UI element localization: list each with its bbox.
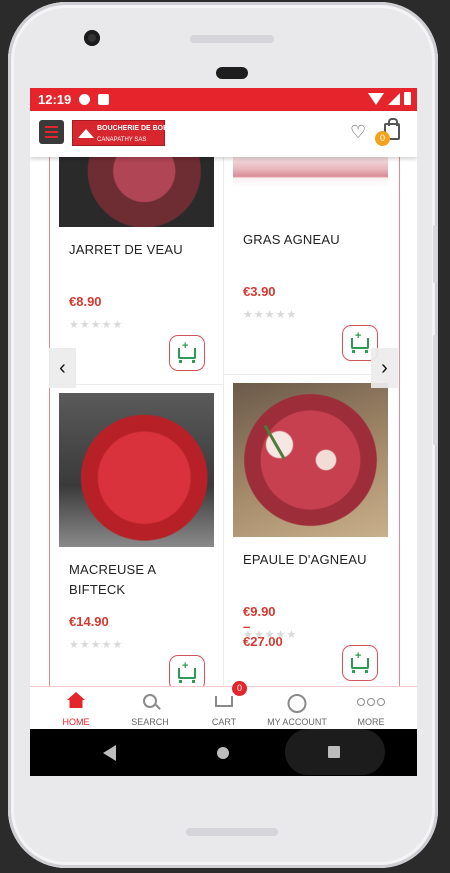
top-speaker (190, 35, 274, 43)
rating-stars: ★★★★★ (243, 309, 298, 321)
nav-home-label: HOME (62, 717, 90, 727)
volume-button (433, 225, 437, 283)
cart-icon (215, 696, 233, 707)
slider-next-button[interactable]: › (371, 348, 398, 388)
recents-square-icon[interactable] (328, 746, 340, 758)
nav-my-account[interactable]: MY ACCOUNT (262, 687, 332, 730)
add-cart-icon (178, 660, 196, 683)
product-image[interactable] (233, 383, 388, 537)
product-name[interactable]: EPAULE D'AGNEAU (243, 550, 383, 570)
add-to-cart-button[interactable] (342, 645, 378, 681)
nav-more[interactable]: MORE (341, 687, 401, 730)
add-cart-icon (178, 340, 196, 363)
nav-search[interactable]: SEARCH (120, 687, 180, 730)
bottom-navigation: HOME SEARCH CART 0 MY ACCOUNT MORE (30, 681, 417, 730)
product-name[interactable]: MACREUSE A BIFTECK (69, 560, 189, 600)
add-cart-icon (351, 650, 369, 673)
nav-more-label: MORE (357, 717, 385, 727)
product-image[interactable] (233, 157, 388, 187)
cart-count-badge: 0 (232, 681, 247, 696)
nav-home[interactable]: HOME (46, 687, 106, 730)
power-button (433, 335, 437, 445)
nav-account-label: MY ACCOUNT (267, 717, 327, 727)
add-cart-icon (351, 330, 369, 353)
logo-title: BOUCHERIE DE BOBIGNY (97, 125, 186, 132)
sim-icon (98, 94, 110, 105)
rating-stars: ★★★★★ (69, 319, 124, 331)
rating-stars: ★★★★★ (243, 629, 298, 641)
battery-icon (404, 92, 411, 105)
slider-prev-button[interactable]: ‹ (49, 348, 76, 388)
signal-icon (388, 92, 400, 105)
app-header: BOUCHERIE DE BOBIGNY CANAPATHY SAS ♡ 0 (30, 111, 417, 157)
product-price: €8.90 (69, 294, 102, 309)
bag-count-badge: 0 (375, 131, 390, 146)
home-icon (67, 692, 85, 700)
product-image[interactable] (59, 393, 214, 547)
wishlist-heart-icon[interactable]: ♡ (350, 122, 366, 143)
front-camera (84, 30, 100, 46)
nav-cart-label: CART (211, 717, 237, 727)
earpiece (216, 67, 248, 79)
search-icon (143, 694, 157, 708)
product-name[interactable]: GRAS AGNEAU (243, 230, 383, 250)
notification-icon (79, 94, 91, 105)
app-screen: 12:19 BOUCHERIE DE BOBIGNY CANAPATHY SAS… (30, 88, 417, 776)
product-price: €3.90 (243, 284, 276, 299)
house-icon (78, 128, 94, 138)
nav-search-label: SEARCH (131, 717, 169, 727)
rating-stars: ★★★★★ (69, 639, 124, 651)
product-grid: JARRET DE VEAU €8.90 ★★★★★ GRAS AGNEAU €… (30, 157, 417, 720)
status-time: 12:19 (38, 92, 72, 107)
account-icon (287, 694, 307, 713)
system-navigation-bar (30, 729, 417, 776)
home-circle-icon[interactable] (217, 747, 229, 759)
chevron-right-icon: › (381, 356, 388, 379)
more-dots-icon (357, 698, 385, 706)
product-image[interactable] (59, 157, 214, 227)
logo-subtitle: CANAPATHY SAS (97, 137, 147, 143)
product-name[interactable]: JARRET DE VEAU (69, 240, 209, 260)
rosemary-garnish (263, 424, 286, 460)
menu-button[interactable] (39, 120, 64, 144)
back-triangle-icon[interactable] (103, 745, 116, 761)
wifi-icon (368, 92, 384, 105)
chevron-left-icon: ‹ (59, 356, 66, 379)
store-logo[interactable]: BOUCHERIE DE BOBIGNY CANAPATHY SAS (72, 120, 185, 146)
bottom-speaker (186, 828, 278, 836)
add-to-cart-button[interactable] (169, 335, 205, 371)
product-price: €9.90 – €27.00 (243, 604, 283, 649)
product-price: €14.90 (69, 614, 109, 629)
status-bar: 12:19 (30, 88, 417, 111)
